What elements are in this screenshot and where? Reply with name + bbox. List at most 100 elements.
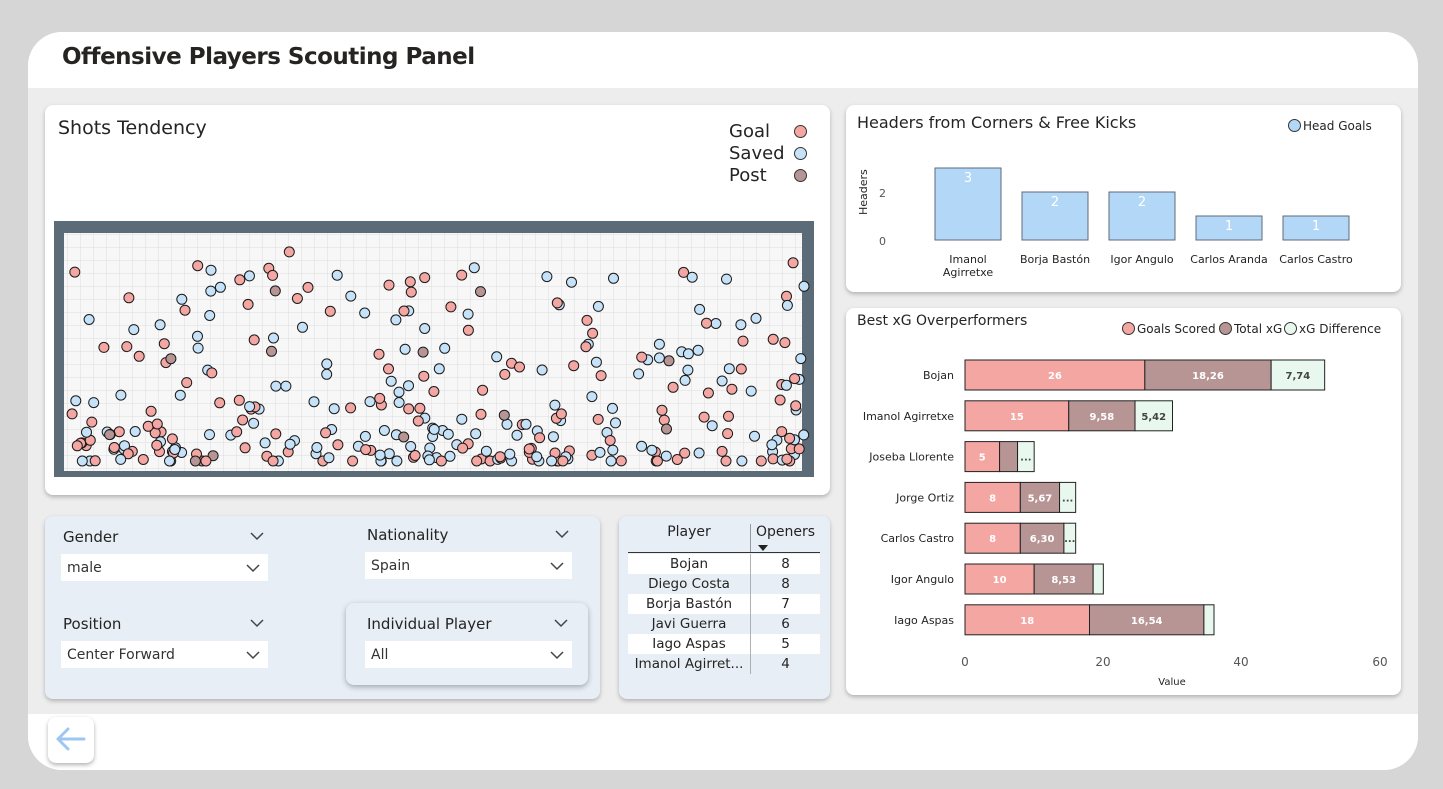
shot-dot[interactable]	[423, 454, 435, 466]
shot-dot[interactable]	[179, 304, 191, 316]
shot-dot[interactable]	[283, 246, 295, 258]
shot-dot[interactable]	[158, 338, 170, 350]
shot-dot[interactable]	[445, 301, 457, 313]
shot-dot[interactable]	[789, 373, 801, 385]
shot-dot[interactable]	[81, 426, 92, 438]
shot-dot[interactable]	[716, 445, 728, 457]
shot-dot[interactable]	[284, 438, 296, 450]
shot-dot[interactable]	[428, 386, 440, 397]
shot-dot[interactable]	[267, 455, 279, 467]
headers-chart-card[interactable]: Headers from Corners & Free Kicks Head G…	[846, 105, 1401, 292]
shot-dot[interactable]	[774, 394, 786, 406]
shot-dot[interactable]	[587, 327, 599, 339]
shot-dot[interactable]	[646, 444, 658, 456]
shot-dot[interactable]	[671, 454, 683, 465]
shot-dot[interactable]	[242, 298, 254, 310]
position-dropdown[interactable]: Center Forward	[61, 641, 268, 668]
shot-dot[interactable]	[364, 396, 376, 408]
position-header-chevron-icon[interactable]	[250, 618, 264, 628]
shot-dot[interactable]	[793, 443, 805, 455]
shot-dot[interactable]	[745, 385, 757, 397]
shot-dot[interactable]	[580, 341, 592, 353]
shot-dot[interactable]	[735, 319, 747, 331]
shot-dot[interactable]	[248, 334, 260, 346]
shot-dot[interactable]	[541, 271, 553, 283]
shot-dot[interactable]	[653, 338, 665, 350]
shot-dot[interactable]	[214, 281, 226, 293]
shot-dot[interactable]	[383, 279, 395, 291]
shot-dot[interactable]	[767, 453, 779, 465]
shot-dot[interactable]	[311, 442, 323, 453]
shot-dot[interactable]	[581, 314, 593, 326]
shot-dot[interactable]	[694, 303, 706, 315]
shot-dot[interactable]	[115, 389, 127, 401]
shot-dot[interactable]	[419, 272, 431, 284]
shot-dot[interactable]	[701, 317, 712, 329]
shot-dot[interactable]	[192, 260, 204, 272]
shot-dot[interactable]	[405, 441, 417, 452]
shot-dot[interactable]	[656, 404, 668, 416]
shot-dot[interactable]	[477, 384, 489, 396]
shot-dot[interactable]	[636, 440, 648, 452]
shot-dot[interactable]	[206, 367, 218, 379]
shot-dot[interactable]	[174, 389, 186, 401]
shot-dot[interactable]	[151, 439, 163, 451]
shot-dot[interactable]	[702, 387, 714, 399]
shot-dot[interactable]	[176, 293, 188, 305]
shot-dot[interactable]	[610, 417, 621, 429]
shot-dot[interactable]	[123, 292, 135, 304]
shot-dot[interactable]	[498, 409, 510, 421]
shot-dot[interactable]	[551, 297, 563, 309]
shot-dot[interactable]	[549, 399, 561, 411]
shot-dot[interactable]	[345, 402, 357, 414]
shot-dot[interactable]	[393, 397, 405, 408]
shot-dot[interactable]	[323, 452, 335, 464]
shot-dot[interactable]	[663, 355, 675, 367]
shot-dot[interactable]	[716, 375, 728, 387]
shot-dot[interactable]	[248, 417, 260, 429]
nationality-header-chevron-icon[interactable]	[555, 529, 569, 539]
shot-dot[interactable]	[214, 397, 226, 409]
shot-dot[interactable]	[698, 411, 710, 423]
shot-dot[interactable]	[750, 312, 762, 324]
shot-dot[interactable]	[165, 353, 177, 365]
shot-dot[interactable]	[693, 447, 705, 459]
xg-bar-chart[interactable]: 0 20 40 60 Value Bojan 26 18,26 7,74 Imanol …	[846, 308, 1401, 695]
table-row[interactable]: Imanol Agirret... 4	[628, 654, 820, 674]
shot-dot[interactable]	[104, 429, 116, 441]
shot-dot[interactable]	[636, 351, 648, 363]
shot-dot[interactable]	[615, 455, 627, 467]
shot-dot[interactable]	[189, 455, 201, 467]
shot-dot[interactable]	[345, 290, 357, 302]
table-row[interactable]: Javi Guerra 6	[628, 614, 820, 634]
shot-dot[interactable]	[555, 408, 567, 420]
shot-dot[interactable]	[347, 455, 359, 467]
shot-dot[interactable]	[405, 286, 417, 298]
shot-dot[interactable]	[98, 341, 110, 353]
shot-dot[interactable]	[280, 380, 292, 392]
shot-dot[interactable]	[398, 431, 410, 443]
shot-dot[interactable]	[766, 439, 778, 451]
shot-dot[interactable]	[297, 321, 308, 333]
shot-dot[interactable]	[499, 368, 511, 380]
shot-dot[interactable]	[491, 351, 503, 363]
shot-dot[interactable]	[129, 426, 141, 437]
shot-dot[interactable]	[417, 346, 429, 358]
shot-dot[interactable]	[359, 307, 371, 319]
shot-dot[interactable]	[692, 344, 704, 356]
shot-dot[interactable]	[682, 348, 694, 360]
shot-dot[interactable]	[204, 429, 215, 441]
shot-dot[interactable]	[133, 350, 145, 362]
shot-dot[interactable]	[523, 443, 535, 455]
shot-dot[interactable]	[795, 353, 807, 365]
shot-dot[interactable]	[531, 451, 543, 463]
shot-dot[interactable]	[568, 360, 580, 372]
shot-dot[interactable]	[234, 274, 246, 286]
shot-dot[interactable]	[726, 383, 738, 395]
shot-dot[interactable]	[494, 451, 506, 463]
shot-dot[interactable]	[151, 418, 163, 430]
shot-dot[interactable]	[89, 455, 101, 467]
shot-dot[interactable]	[710, 318, 722, 329]
back-button[interactable]	[48, 717, 94, 763]
table-row[interactable]: Diego Costa 8	[628, 574, 820, 594]
